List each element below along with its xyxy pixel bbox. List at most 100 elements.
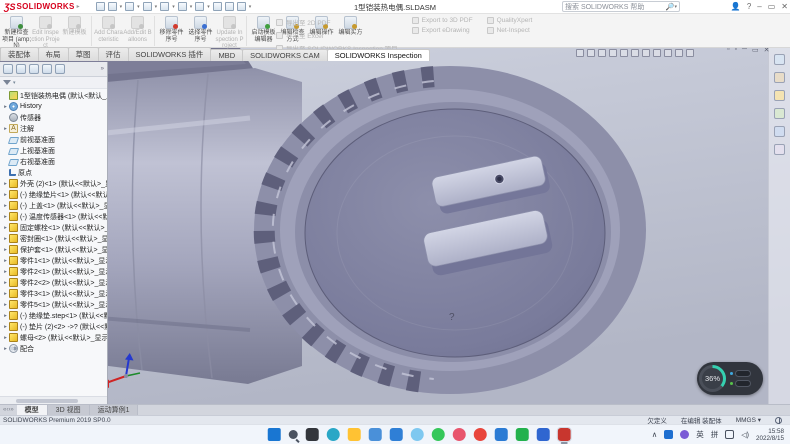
print-icon[interactable]: [160, 2, 169, 11]
ribbon-button[interactable]: 选择零件序号: [186, 15, 215, 43]
ribbon-button[interactable]: Edit Inspection Project: [31, 15, 60, 50]
export-menu-item[interactable]: Export to 3D PDF: [412, 17, 473, 24]
panel-more-arrow-icon[interactable]: »: [101, 66, 104, 72]
expand-arrow-icon[interactable]: ▸: [2, 280, 9, 286]
tree-item[interactable]: ▸ 零件5<1> (默认<<默认>_显示状态: [0, 299, 107, 310]
help-button[interactable]: ?: [747, 0, 751, 14]
tree-item[interactable]: ▸ 注解: [0, 123, 107, 134]
ribbon-button[interactable]: 新建模板: [60, 15, 89, 37]
ribbon-button[interactable]: 新建检查项目 (amp;N): [2, 15, 31, 50]
tree-item[interactable]: ▸ (-) 绝缘垫片<1> (默认<<默认>_显: [0, 189, 107, 200]
headsup-icon[interactable]: [675, 49, 683, 57]
ribbon-button[interactable]: Add Characteristic: [94, 15, 123, 43]
tree-item[interactable]: ▸ 零件2<2> (默认<<默认>_显示状态: [0, 277, 107, 288]
ribbon-tab[interactable]: 装配体: [0, 47, 39, 61]
tree-item[interactable]: ▸ 传感器: [0, 112, 107, 123]
headsup-icon[interactable]: [576, 49, 584, 57]
propertymanager-icon[interactable]: [16, 64, 26, 74]
expand-arrow-icon[interactable]: ▸: [2, 203, 9, 209]
export-menu-item[interactable]: 导出至 Excel: [276, 30, 398, 40]
expand-arrow-icon[interactable]: ▸: [2, 104, 9, 110]
open-file-icon[interactable]: [125, 2, 134, 11]
expand-arrow-icon[interactable]: ▸: [2, 258, 9, 264]
tree-item[interactable]: ▸ (-) 上盖<1> (默认<<默认>_显示状: [0, 200, 107, 211]
search-caret-icon[interactable]: ▾: [674, 4, 677, 10]
taskbar-app-icon[interactable]: [453, 428, 466, 441]
ribbon-tab[interactable]: 评估: [98, 47, 129, 61]
tree-item[interactable]: ▸ 零件1<1> (默认<<默认>_显示状态: [0, 255, 107, 266]
headsup-icon[interactable]: [598, 49, 606, 57]
tree-item[interactable]: ▸ 配合: [0, 343, 107, 354]
expand-arrow-icon[interactable]: ▸: [2, 126, 9, 132]
tree-item[interactable]: ▸ (-) 绝缘垫.step<1> (默认<<默认>: [0, 310, 107, 321]
taskbar-app-icon[interactable]: [369, 428, 382, 441]
expand-arrow-icon[interactable]: ▸: [2, 324, 9, 330]
ribbon-tab[interactable]: 布局: [38, 47, 69, 61]
new-file-icon[interactable]: [108, 2, 117, 11]
tree-item[interactable]: ▸ 右视基准面: [0, 156, 107, 167]
task-pane-tab-icon[interactable]: [774, 90, 785, 101]
tree-item[interactable]: ▸ 原点: [0, 167, 107, 178]
expand-arrow-icon[interactable]: ▸: [2, 247, 9, 253]
tree-item[interactable]: ▸ 螺母<2> (默认<<默认>_显示状态: [0, 332, 107, 343]
tree-item[interactable]: ▸ 保护套<1> (默认<<默认>_显示状态: [0, 244, 107, 255]
task-pane-tab-icon[interactable]: [774, 144, 785, 155]
tree-item[interactable]: ▸ 前视基准面: [0, 134, 107, 145]
taskbar-app-icon[interactable]: [537, 428, 550, 441]
taskbar-clock[interactable]: 15:58 2022/8/15: [756, 428, 784, 442]
taskbar-app-icon[interactable]: [558, 428, 571, 441]
volume-icon[interactable]: ◁): [741, 431, 749, 439]
ribbon-tab[interactable]: SOLIDWORKS CAM: [242, 49, 328, 61]
export-menu-item[interactable]: 导出至 2D PDF: [276, 17, 398, 27]
tree-item[interactable]: ▸ 密封圈<1> (默认<<默认>_显示状态: [0, 233, 107, 244]
expand-arrow-icon[interactable]: ▸: [2, 269, 9, 275]
displaymanager-icon[interactable]: [55, 64, 65, 74]
undo-icon[interactable]: [178, 2, 187, 11]
file-properties-icon[interactable]: [225, 2, 234, 11]
expand-arrow-icon[interactable]: ▸: [2, 192, 9, 198]
taskbar-app-icon[interactable]: [432, 428, 445, 441]
options-icon[interactable]: [237, 2, 246, 11]
dimxpertmanager-icon[interactable]: [42, 64, 52, 74]
search-icon[interactable]: 🔎: [666, 3, 675, 11]
ribbon-tab[interactable]: MBD: [210, 49, 243, 61]
units-selector[interactable]: MMGS ▾: [736, 416, 761, 424]
task-pane-tab-icon[interactable]: [774, 108, 785, 119]
export-menu-item[interactable]: Net-Inspect: [487, 27, 533, 34]
tab-scroll-arrows[interactable]: «‹›»: [0, 405, 17, 415]
expand-arrow-icon[interactable]: ▸: [2, 313, 9, 319]
tree-item[interactable]: ▸ History: [0, 101, 107, 112]
headsup-icon[interactable]: [609, 49, 617, 57]
ribbon-tab[interactable]: SOLIDWORKS Inspection: [327, 49, 430, 61]
task-pane-tab-icon[interactable]: [774, 54, 785, 65]
expand-arrow-icon[interactable]: ▸: [2, 236, 9, 242]
export-menu-item[interactable]: QualityXpert: [487, 17, 533, 24]
ime-mode-indicator[interactable]: 拼: [711, 429, 719, 440]
tree-item[interactable]: ▸ (-) 温度传感器<1> (默认<<默认>_: [0, 211, 107, 222]
recorder-button-top[interactable]: [735, 370, 751, 377]
document-tab[interactable]: 3D 视图: [48, 405, 90, 415]
task-pane-tab-icon[interactable]: [774, 126, 785, 137]
expand-arrow-icon[interactable]: ▸: [2, 181, 9, 187]
security-icon[interactable]: [680, 430, 689, 439]
ribbon-button[interactable]: 移除零件序号: [157, 15, 186, 43]
rebuild-icon[interactable]: [213, 2, 222, 11]
scrollbar-thumb[interactable]: [16, 399, 78, 403]
tree-item[interactable]: ▸ 零件2<1> (默认<<默认>_显示状态: [0, 266, 107, 277]
ribbon-tab[interactable]: SOLIDWORKS 插件: [128, 47, 212, 61]
restore-button[interactable]: ▭: [768, 0, 776, 14]
headsup-icon[interactable]: [642, 49, 650, 57]
featuremanager-tree-icon[interactable]: [3, 64, 13, 74]
recorder-widget[interactable]: 36%: [697, 362, 763, 395]
configurationmanager-icon[interactable]: [29, 64, 39, 74]
graphics-viewport[interactable]: [0, 48, 790, 404]
headsup-icon[interactable]: [686, 49, 694, 57]
tree-item[interactable]: ▸ 上视基准面: [0, 145, 107, 156]
export-menu-item[interactable]: Export eDrawing: [412, 27, 473, 34]
taskbar-app-icon[interactable]: [348, 428, 361, 441]
taskbar-app-icon[interactable]: [327, 428, 340, 441]
headsup-icon[interactable]: [620, 49, 628, 57]
tree-item[interactable]: ▸ 1型铠装热电偶 (默认<默认_显示状态-1: [0, 90, 107, 101]
expand-arrow-icon[interactable]: ▸: [2, 214, 9, 220]
ribbon-button[interactable]: 启动模板编辑器: [249, 15, 278, 43]
